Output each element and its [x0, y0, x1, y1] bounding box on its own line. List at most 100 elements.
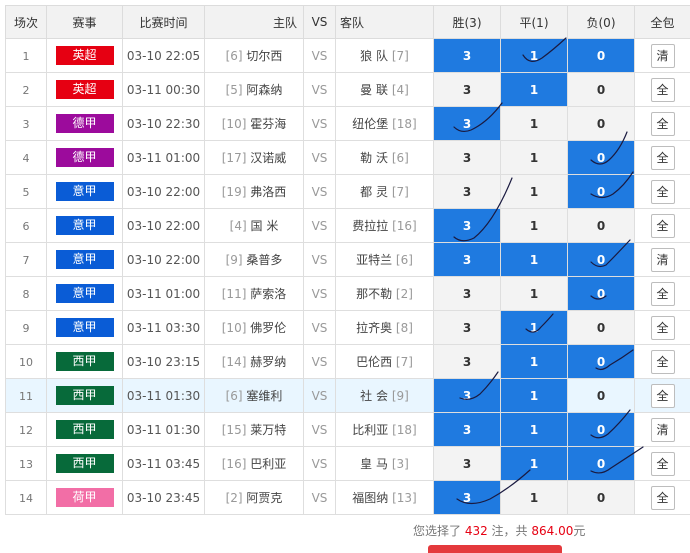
win-option[interactable]: 3 — [434, 209, 501, 243]
home-team: 塞维利 — [246, 389, 282, 403]
draw-option[interactable]: 1 — [501, 481, 568, 515]
league-badge: 德甲 — [56, 148, 114, 167]
draw-option[interactable]: 1 — [501, 141, 568, 175]
submit-button[interactable] — [428, 545, 562, 553]
win-option[interactable]: 3 — [434, 107, 501, 141]
draw-option[interactable]: 1 — [501, 345, 568, 379]
lose-option[interactable]: 0 — [568, 209, 635, 243]
select-all-button[interactable]: 全 — [651, 316, 675, 340]
select-all-cell: 清 — [635, 39, 690, 73]
draw-option[interactable]: 1 — [501, 209, 568, 243]
win-option-value: 3 — [463, 151, 471, 165]
win-option-value: 3 — [463, 287, 471, 301]
select-all-button[interactable]: 全 — [651, 78, 675, 102]
select-all-cell: 全 — [635, 73, 690, 107]
match-index: 1 — [6, 39, 47, 73]
lose-option[interactable]: 0 — [568, 107, 635, 141]
home-team-cell: [14] 赫罗纳 — [205, 345, 304, 379]
win-option[interactable]: 3 — [434, 481, 501, 515]
draw-option[interactable]: 1 — [501, 447, 568, 481]
draw-option[interactable]: 1 — [501, 413, 568, 447]
win-option[interactable]: 3 — [434, 175, 501, 209]
win-option[interactable]: 3 — [434, 243, 501, 277]
league-cell: 西甲 — [47, 413, 123, 447]
lose-option[interactable]: 0 — [568, 311, 635, 345]
home-team-cell: [6] 塞维利 — [205, 379, 304, 413]
draw-option[interactable]: 1 — [501, 277, 568, 311]
table-row: 14荷甲03-10 23:45[2] 阿贾克VS福图纳 [13]310全 — [6, 481, 690, 515]
select-all-button[interactable]: 全 — [651, 384, 675, 408]
draw-option[interactable]: 1 — [501, 311, 568, 345]
select-all-button[interactable]: 清 — [651, 44, 675, 68]
away-rank: [4] — [392, 83, 409, 97]
select-all-button[interactable]: 全 — [651, 452, 675, 476]
draw-option-value: 1 — [530, 287, 538, 301]
lose-option[interactable]: 0 — [568, 345, 635, 379]
lose-option[interactable]: 0 — [568, 175, 635, 209]
win-option[interactable]: 3 — [434, 345, 501, 379]
draw-option[interactable]: 1 — [501, 39, 568, 73]
select-all-button[interactable]: 全 — [651, 282, 675, 306]
select-all-button[interactable]: 全 — [651, 146, 675, 170]
win-option[interactable]: 3 — [434, 413, 501, 447]
league-cell: 德甲 — [47, 107, 123, 141]
lose-option[interactable]: 0 — [568, 447, 635, 481]
draw-option-value: 1 — [530, 423, 538, 437]
select-all-button[interactable]: 全 — [651, 486, 675, 510]
select-all-cell: 全 — [635, 481, 690, 515]
home-team-cell: [10] 佛罗伦 — [205, 311, 304, 345]
away-team: 勒 沃 — [360, 151, 388, 165]
draw-option-value: 1 — [530, 491, 538, 505]
win-option[interactable]: 3 — [434, 447, 501, 481]
win-option[interactable]: 3 — [434, 311, 501, 345]
match-index: 7 — [6, 243, 47, 277]
select-all-button[interactable]: 全 — [651, 180, 675, 204]
league-cell: 西甲 — [47, 447, 123, 481]
select-all-button[interactable]: 全 — [651, 112, 675, 136]
home-rank: [5] — [226, 83, 243, 97]
match-index-value: 8 — [23, 288, 30, 301]
lose-option[interactable]: 0 — [568, 413, 635, 447]
match-time: 03-10 22:00 — [123, 209, 205, 243]
lose-option[interactable]: 0 — [568, 141, 635, 175]
match-index: 8 — [6, 277, 47, 311]
select-all-button[interactable]: 清 — [651, 248, 675, 272]
win-option[interactable]: 3 — [434, 277, 501, 311]
vs-label: VS — [304, 107, 336, 141]
select-all-button[interactable]: 全 — [651, 350, 675, 374]
league-badge: 荷甲 — [56, 488, 114, 507]
lose-option[interactable]: 0 — [568, 243, 635, 277]
match-time-value: 03-11 00:30 — [127, 83, 200, 97]
league-cell: 意甲 — [47, 209, 123, 243]
lose-option[interactable]: 0 — [568, 73, 635, 107]
lose-option-value: 0 — [597, 491, 605, 505]
match-index-value: 4 — [23, 152, 30, 165]
win-option[interactable]: 3 — [434, 73, 501, 107]
win-option[interactable]: 3 — [434, 379, 501, 413]
lose-option[interactable]: 0 — [568, 39, 635, 73]
win-option[interactable]: 3 — [434, 39, 501, 73]
table-row: 5意甲03-10 22:00[19] 弗洛西VS都 灵 [7]310全 — [6, 175, 690, 209]
win-option[interactable]: 3 — [434, 141, 501, 175]
draw-option[interactable]: 1 — [501, 107, 568, 141]
match-index-value: 9 — [23, 322, 30, 335]
match-time: 03-10 22:30 — [123, 107, 205, 141]
draw-option[interactable]: 1 — [501, 175, 568, 209]
league-badge: 西甲 — [56, 420, 114, 439]
match-index-value: 2 — [23, 84, 30, 97]
draw-option[interactable]: 1 — [501, 73, 568, 107]
draw-option[interactable]: 1 — [501, 379, 568, 413]
select-all-button[interactable]: 清 — [651, 418, 675, 442]
draw-option[interactable]: 1 — [501, 243, 568, 277]
match-time: 03-11 00:30 — [123, 73, 205, 107]
select-all-button[interactable]: 全 — [651, 214, 675, 238]
lose-option-value: 0 — [597, 49, 605, 63]
lose-option[interactable]: 0 — [568, 379, 635, 413]
summary-prefix: 您选择了 — [413, 524, 465, 538]
lose-option[interactable]: 0 — [568, 277, 635, 311]
match-time: 03-11 01:30 — [123, 413, 205, 447]
match-time-value: 03-10 22:05 — [127, 49, 200, 63]
lose-option-value: 0 — [597, 457, 605, 471]
lose-option[interactable]: 0 — [568, 481, 635, 515]
win-option-value: 3 — [463, 457, 471, 471]
